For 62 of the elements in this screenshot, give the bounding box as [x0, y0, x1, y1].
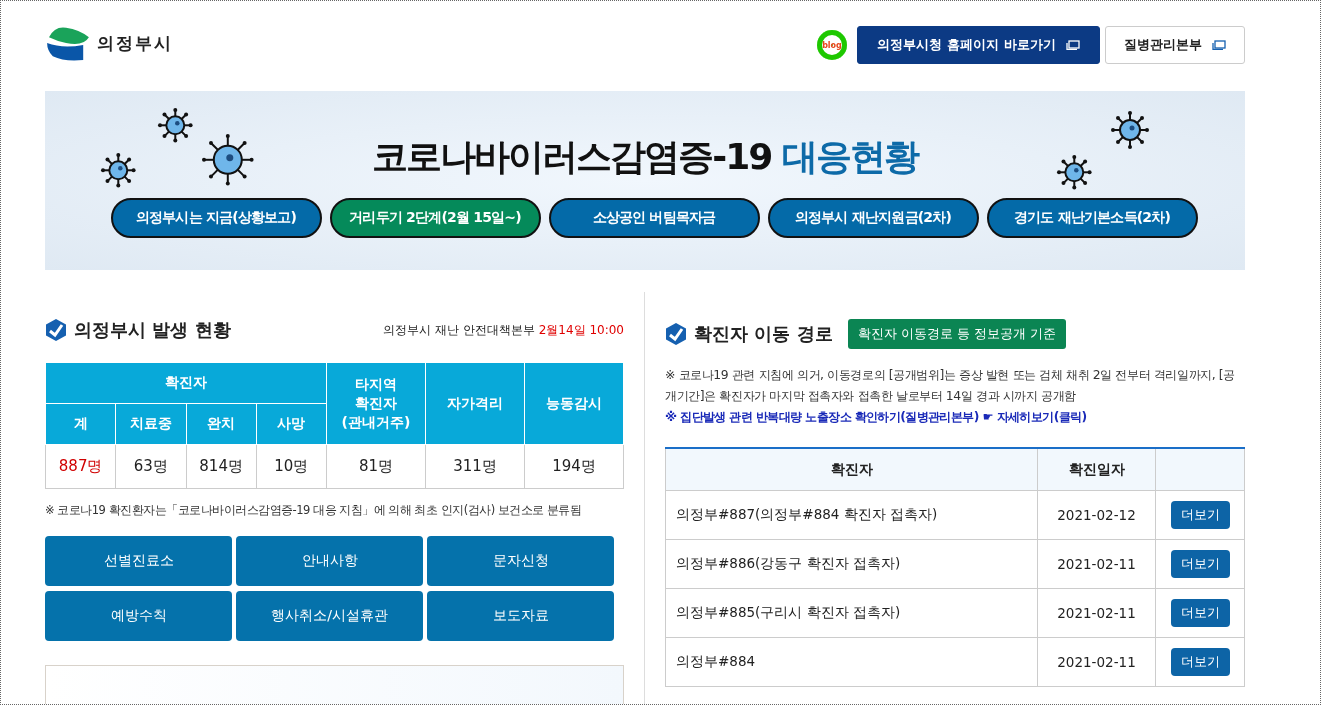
- update-time: 2월14일 10:00: [538, 321, 624, 339]
- section-title: 확진자 이동 경로: [694, 322, 833, 346]
- details-link[interactable]: ※ 집단발생 관련 반복대량 노출장소 확인하기(질병관리본부) ☛ 자세히보기(클릭): [665, 406, 1245, 427]
- section-title: 의정부시 발생 현황: [74, 318, 231, 342]
- table-cell: 2021-02-11: [1037, 637, 1156, 687]
- source-text: 의정부시 재난 안전대책본부: [383, 321, 535, 339]
- window-icon: [1065, 40, 1080, 50]
- footnote: ※ 코로나19 확진환자는「코로나바이러스감염증-19 대응 지침」에 의해 최초 인지(검사) 보건소로 분류됨: [45, 503, 583, 518]
- virus-icon: [1110, 110, 1150, 150]
- table-cell: 311명: [425, 444, 525, 489]
- table-header: 계: [45, 403, 116, 445]
- table-cell: 2021-02-11: [1037, 588, 1156, 638]
- hexagon-check-icon: [45, 318, 67, 342]
- more-button[interactable]: 더보기: [1170, 550, 1230, 578]
- table-header: 치료중: [115, 403, 186, 445]
- table-cell: 2021-02-12: [1037, 490, 1156, 540]
- table-cell: 887명: [45, 444, 116, 489]
- table-cell: 63명: [115, 444, 186, 489]
- hexagon-check-icon: [665, 322, 687, 346]
- table-header: 확진자: [45, 362, 327, 404]
- banner-button[interactable]: 경기도 재난기본소득(2차): [986, 198, 1198, 238]
- virus-icon: [1055, 153, 1093, 191]
- menu-button[interactable]: 문자신청: [427, 536, 614, 586]
- table-cell: 의정부#884: [665, 637, 1038, 687]
- more-button[interactable]: 더보기: [1170, 648, 1230, 676]
- logo-text[interactable]: 의정부시: [97, 31, 173, 55]
- virus-icon: [156, 106, 194, 144]
- virus-icon: [99, 151, 137, 189]
- table-cell: 의정부#885(구리시 확진자 접촉자): [665, 588, 1038, 638]
- table-cell: 81명: [326, 444, 426, 489]
- banner-button[interactable]: 의정부시는 지금(상황보고): [110, 198, 322, 238]
- table-header: 완치: [186, 403, 257, 445]
- table-cell: 의정부#886(강동구 확진자 접촉자): [665, 539, 1038, 589]
- menu-button[interactable]: 예방수칙: [45, 591, 232, 641]
- notice-text: ※ 코로나19 관련 지침에 의거, 이동경로의 [공개범위]는 증상 발현 또는 검체 채취 2일 전부터 격리일까지, [공개기간]은 확진자가 마지막 접촉자와 접촉한 날로부터 14일 경과 시까지 공개함: [665, 366, 1236, 405]
- table-cell: 194명: [524, 444, 624, 489]
- table-cell: 10명: [256, 444, 327, 489]
- external-link-button[interactable]: 의정부시청 홈페이지 바로가기: [857, 26, 1100, 64]
- table-cell: 2021-02-11: [1037, 539, 1156, 589]
- banner-button[interactable]: 의정부시 재난지원금(2차): [767, 198, 979, 238]
- more-button[interactable]: 더보기: [1170, 599, 1230, 627]
- window-icon: [1212, 40, 1226, 50]
- menu-button[interactable]: 보도자료: [427, 591, 614, 641]
- blog-link[interactable]: blog: [817, 30, 847, 60]
- more-button[interactable]: 더보기: [1170, 501, 1230, 529]
- menu-button[interactable]: 행사취소/시설휴관: [236, 591, 423, 641]
- table-header: 사망: [256, 403, 327, 445]
- menu-button[interactable]: 안내사항: [236, 536, 423, 586]
- table-header: 확진일자: [1037, 448, 1156, 491]
- banner-title: 코로나바이러스감염증-19 대응현황: [372, 135, 918, 179]
- banner-button[interactable]: 소상공인 버팀목자금: [548, 198, 760, 238]
- virus-icon: [201, 133, 255, 187]
- menu-button[interactable]: 선별진료소: [45, 536, 232, 586]
- table-header: 능동감시: [524, 362, 624, 445]
- table-header: 타지역 확진자 (관내거주): [326, 362, 426, 445]
- banner-button[interactable]: 거리두기 2단계(2월 15일~): [329, 198, 541, 238]
- table-cell: 814명: [186, 444, 257, 489]
- external-link-button[interactable]: 질병관리본부: [1105, 26, 1245, 64]
- table-header: 확진자: [665, 448, 1038, 491]
- table-header: 자가격리: [425, 362, 525, 445]
- criteria-button[interactable]: 확진자 이동경로 등 정보공개 기준: [847, 319, 1067, 349]
- table-cell: 의정부#887(의정부#884 확진자 접촉자): [665, 490, 1038, 540]
